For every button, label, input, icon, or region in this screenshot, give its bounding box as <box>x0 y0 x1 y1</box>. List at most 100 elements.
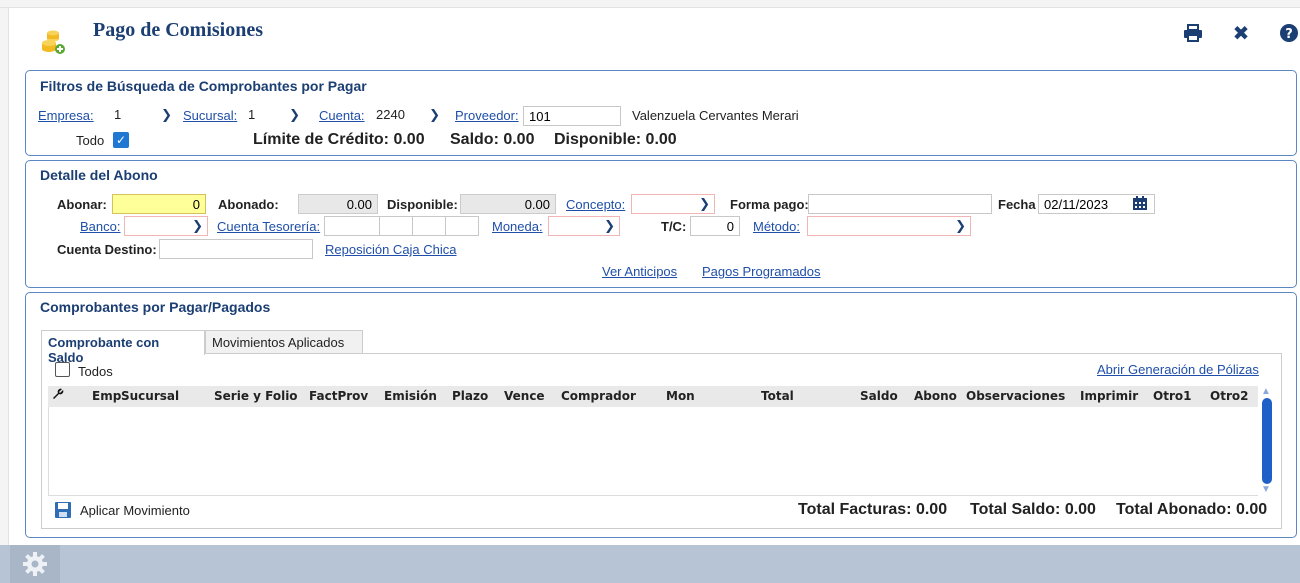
metodo-link[interactable]: Método: <box>753 219 800 234</box>
reposicion-caja-chica-link[interactable]: Reposición Caja Chica <box>325 242 457 257</box>
empresa-link[interactable]: Empresa: <box>38 108 94 123</box>
filtros-title: Filtros de Búsqueda de Comprobantes por … <box>40 78 367 94</box>
aplicar-movimiento-label: Aplicar Movimiento <box>80 502 190 518</box>
metodo-select[interactable]: ❯ <box>807 216 971 236</box>
abonado-label: Abonado: <box>218 197 279 212</box>
fecha-label: Fecha <box>998 197 1036 212</box>
scroll-up-icon[interactable]: ▲ <box>1261 386 1271 397</box>
todos-checkbox[interactable] <box>55 362 70 377</box>
col-imprimir[interactable]: Imprimir <box>1080 389 1138 403</box>
col-observaciones[interactable]: Observaciones <box>966 389 1065 403</box>
proveedor-nombre: Valenzuela Cervantes Merari <box>632 108 799 123</box>
abonar-label: Abonar: <box>57 197 107 212</box>
col-emp[interactable]: Emp <box>92 389 121 403</box>
chevron-down-icon: ❯ <box>161 107 172 122</box>
concepto-link[interactable]: Concepto: <box>566 197 625 212</box>
chevron-down-icon: ❯ <box>429 107 440 122</box>
forma-pago-label: Forma pago: <box>730 197 809 212</box>
total-abonado: Total Abonado: 0.00 <box>1116 501 1268 518</box>
cuenta-tesoreria-input-2[interactable] <box>379 216 413 236</box>
proveedor-input[interactable] <box>523 106 621 126</box>
total-facturas: Total Facturas: 0.00 <box>798 501 948 518</box>
tab-comprobante-con-saldo[interactable]: Comprobante con Saldo <box>41 330 205 365</box>
total-saldo: Total Saldo: 0.00 <box>970 501 1096 518</box>
cuenta-tesoreria-input-4[interactable] <box>445 216 479 236</box>
todo-label: Todo <box>76 133 105 148</box>
saldo-summary: Saldo: 0.00 <box>450 131 535 148</box>
ver-anticipos-link[interactable]: Ver Anticipos <box>602 264 677 279</box>
grid-scrollbar[interactable]: ▲ ▼ <box>1259 386 1275 496</box>
gear-icon <box>23 552 47 576</box>
question-icon: ? <box>1280 24 1298 42</box>
col-comprador[interactable]: Comprador <box>561 389 636 403</box>
scroll-down-icon[interactable]: ▼ <box>1261 484 1271 495</box>
concepto-select[interactable]: ❯ <box>631 194 715 214</box>
abrir-polizas-link[interactable]: Abrir Generación de Pólizas <box>1097 362 1259 377</box>
save-icon <box>55 502 71 518</box>
grid-header: Emp Sucursal Serie y Folio FactProv Emis… <box>48 386 1258 407</box>
col-mon[interactable]: Mon <box>666 389 695 403</box>
col-saldo[interactable]: Saldo <box>860 389 898 403</box>
pagos-programados-link[interactable]: Pagos Programados <box>702 264 821 279</box>
disponible-label: Disponible: <box>387 197 458 212</box>
cuenta-value: 2240 <box>376 107 405 122</box>
check-icon: ✓ <box>115 133 127 147</box>
col-sucursal[interactable]: Sucursal <box>121 389 179 403</box>
todos-label: Todos <box>78 364 113 379</box>
col-factprov[interactable]: FactProv <box>309 389 368 403</box>
wrench-icon[interactable] <box>52 388 64 403</box>
col-vence[interactable]: Vence <box>504 389 545 403</box>
abonado-input <box>298 194 378 214</box>
printer-icon <box>1184 24 1202 42</box>
limite-credito: Límite de Crédito: 0.00 <box>253 131 425 148</box>
todo-checkbox[interactable]: ✓ <box>113 132 129 148</box>
cuenta-link[interactable]: Cuenta: <box>319 108 365 123</box>
cuenta-tesoreria-input-3[interactable] <box>412 216 446 236</box>
banco-select[interactable]: ❯ <box>124 216 208 236</box>
cuenta-destino-input[interactable] <box>159 239 313 259</box>
col-abono[interactable]: Abono <box>914 389 957 403</box>
disponible-input <box>460 194 556 214</box>
moneda-select[interactable]: ❯ <box>548 216 620 236</box>
top-strip <box>0 0 1300 8</box>
close-icon: ✖ <box>1232 22 1250 45</box>
col-emision[interactable]: Emisión <box>384 389 437 403</box>
forma-pago-input[interactable] <box>808 194 992 214</box>
footer-bar <box>0 545 1300 583</box>
tab-movimientos-aplicados[interactable]: Movimientos Aplicados <box>205 330 363 354</box>
settings-button[interactable] <box>10 545 60 583</box>
chevron-down-icon: ❯ <box>604 218 615 233</box>
empresa-select[interactable]: 1 ❯ <box>110 106 176 126</box>
calendar-icon[interactable] <box>1132 195 1148 211</box>
proveedor-link[interactable]: Proveedor: <box>455 108 519 123</box>
chevron-down-icon: ❯ <box>192 218 203 233</box>
col-otro2[interactable]: Otro2 <box>1210 389 1248 403</box>
close-button[interactable]: ✖ <box>1230 22 1252 45</box>
grid-body[interactable] <box>48 407 1258 496</box>
print-button[interactable] <box>1182 22 1204 44</box>
svg-text:?: ? <box>1285 27 1293 42</box>
help-button[interactable]: ? <box>1278 22 1300 44</box>
cuenta-tesoreria-link[interactable]: Cuenta Tesorería: <box>217 219 320 234</box>
chevron-down-icon: ❯ <box>289 107 300 122</box>
abonar-input[interactable] <box>112 194 206 214</box>
tc-input[interactable] <box>690 216 740 236</box>
sucursal-select[interactable]: 1 ❯ <box>244 106 304 126</box>
banco-link[interactable]: Banco: <box>80 219 120 234</box>
col-total[interactable]: Total <box>761 389 794 403</box>
moneda-link[interactable]: Moneda: <box>492 219 543 234</box>
detalle-title: Detalle del Abono <box>40 167 158 183</box>
empresa-value: 1 <box>114 107 122 122</box>
cuenta-tesoreria-input-1[interactable] <box>324 216 380 236</box>
comprobantes-title: Comprobantes por Pagar/Pagados <box>40 299 271 315</box>
col-plazo[interactable]: Plazo <box>452 389 488 403</box>
scroll-thumb[interactable] <box>1262 398 1272 484</box>
cuenta-select[interactable]: 2240 ❯ <box>372 106 444 126</box>
coins-icon <box>42 30 65 54</box>
sucursal-link[interactable]: Sucursal: <box>183 108 237 123</box>
aplicar-movimiento-button[interactable]: Aplicar Movimiento <box>54 501 190 519</box>
page-title: Pago de Comisiones <box>93 19 263 41</box>
col-serie-folio[interactable]: Serie y Folio <box>214 389 298 403</box>
cuenta-destino-label: Cuenta Destino: <box>57 242 157 257</box>
col-otro1[interactable]: Otro1 <box>1153 389 1191 403</box>
